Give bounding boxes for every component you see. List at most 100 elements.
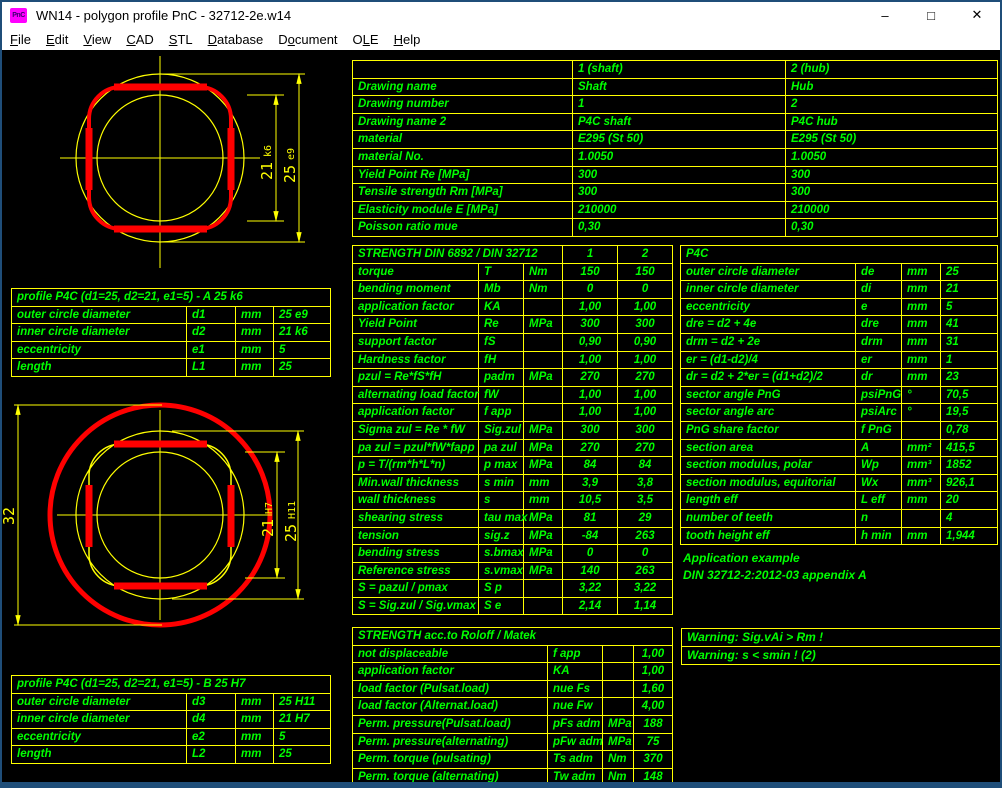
- cell: outer circle diameter: [12, 693, 187, 711]
- cell: MPa: [524, 439, 563, 457]
- cell: 3,22: [563, 580, 618, 598]
- cell: drm = d2 + 2e: [681, 333, 856, 351]
- cell: d2: [187, 324, 236, 342]
- cell: 3,8: [618, 474, 673, 492]
- cell: material: [353, 131, 573, 149]
- cell: [603, 698, 634, 716]
- menu-item-edit[interactable]: Edit: [46, 32, 68, 47]
- cell: e1: [187, 341, 236, 359]
- cell: eccentricity: [12, 728, 187, 746]
- cell: mm³: [902, 474, 941, 492]
- cell: 1,00: [563, 298, 618, 316]
- cell: KA: [548, 663, 603, 681]
- cell: load factor (Alternat.load): [353, 698, 548, 716]
- shaft-profile-drawing: 21 k6 25 e9: [2, 50, 347, 290]
- cell: [902, 421, 941, 439]
- cell: 20: [941, 492, 998, 510]
- cell: mm: [902, 281, 941, 299]
- dim-label-width: 32: [2, 507, 18, 525]
- cell: 41: [941, 316, 998, 334]
- cell: Re: [479, 316, 524, 334]
- cell: sector angle arc: [681, 404, 856, 422]
- cell: 1,14: [618, 597, 673, 615]
- cell: MPa: [524, 527, 563, 545]
- cell: bending stress: [353, 545, 479, 563]
- close-button[interactable]: ✕: [954, 2, 1000, 28]
- cell: Mb: [479, 281, 524, 299]
- cell: 1,00: [563, 386, 618, 404]
- menu-item-help[interactable]: Help: [394, 32, 421, 47]
- cell: e2: [187, 728, 236, 746]
- cell: 25 H11: [274, 693, 331, 711]
- cell: 926,1: [941, 474, 998, 492]
- cell: L2: [187, 746, 236, 764]
- cell: 1,00: [618, 298, 673, 316]
- cell: A: [856, 439, 902, 457]
- cell: Nm: [603, 751, 634, 769]
- cell: alternating load factor: [353, 386, 479, 404]
- window-controls: – □ ✕: [862, 2, 1000, 28]
- cell: Sig.zul: [479, 421, 524, 439]
- roloff-strength-table: STRENGTH acc.to Roloff / Mateknot displa…: [352, 627, 673, 782]
- menu-item-file[interactable]: File: [10, 32, 31, 47]
- cell: 70,5: [941, 386, 998, 404]
- menu-item-cad[interactable]: CAD: [126, 32, 153, 47]
- cell: 84: [618, 457, 673, 475]
- cell: Nm: [524, 263, 563, 281]
- cell: 0,90: [618, 333, 673, 351]
- maximize-button[interactable]: □: [908, 2, 954, 28]
- cell: 81: [563, 509, 618, 527]
- cell: mm: [236, 306, 274, 324]
- cell: 148: [634, 768, 673, 782]
- cell: application factor: [353, 404, 479, 422]
- cell: mm³: [902, 457, 941, 475]
- dim-label-outer: 25 H11: [282, 501, 300, 542]
- cell: length eff: [681, 492, 856, 510]
- svg-text:H7: H7: [264, 502, 275, 514]
- cell: 263: [618, 562, 673, 580]
- cell: Tensile strength Rm [MPa]: [353, 184, 573, 202]
- cell: 25 e9: [274, 306, 331, 324]
- menu-item-stl[interactable]: STL: [169, 32, 193, 47]
- cell: 270: [618, 369, 673, 387]
- cell: e: [856, 298, 902, 316]
- strength-din-table: STRENGTH DIN 6892 / DIN 3271212torqueTNm…: [352, 245, 673, 615]
- cell: 75: [634, 733, 673, 751]
- cell: mm: [902, 263, 941, 281]
- cell: number of teeth: [681, 509, 856, 527]
- cell: MPa: [603, 715, 634, 733]
- cell: mm: [524, 474, 563, 492]
- cell: 150: [563, 263, 618, 281]
- cell: 0,30: [573, 219, 786, 237]
- cell: 3,9: [563, 474, 618, 492]
- menu-item-document[interactable]: Document: [278, 32, 337, 47]
- cell: fW: [479, 386, 524, 404]
- cell: 1.0050: [786, 148, 998, 166]
- cell: mm: [524, 492, 563, 510]
- cell: application factor: [353, 663, 548, 681]
- cell: [524, 404, 563, 422]
- cell: 1,00: [563, 404, 618, 422]
- cell: [524, 333, 563, 351]
- cell: [524, 298, 563, 316]
- cell: Yield Point Re [MPa]: [353, 166, 573, 184]
- svg-text:H11: H11: [287, 501, 298, 519]
- cell: mm: [902, 369, 941, 387]
- cell: [603, 680, 634, 698]
- column-header: [353, 61, 573, 79]
- menu-item-database[interactable]: Database: [208, 32, 264, 47]
- column-header: STRENGTH acc.to Roloff / Matek: [353, 628, 673, 646]
- column-header: profile P4C (d1=25, d2=21, e1=5) - A 25 …: [12, 289, 331, 307]
- cell: length: [12, 746, 187, 764]
- svg-text:32: 32: [2, 507, 18, 525]
- menu-item-view[interactable]: View: [83, 32, 111, 47]
- cell: 270: [563, 369, 618, 387]
- minimize-button[interactable]: –: [862, 2, 908, 28]
- cell: inner circle diameter: [12, 711, 187, 729]
- menu-item-ole[interactable]: OLE: [353, 32, 379, 47]
- cell: section modulus, polar: [681, 457, 856, 475]
- cell: MPa: [524, 509, 563, 527]
- svg-text:k6: k6: [263, 145, 274, 157]
- p4c-table: P4Couter circle diameterdemm25inner circ…: [680, 245, 998, 545]
- cell: 210000: [786, 201, 998, 219]
